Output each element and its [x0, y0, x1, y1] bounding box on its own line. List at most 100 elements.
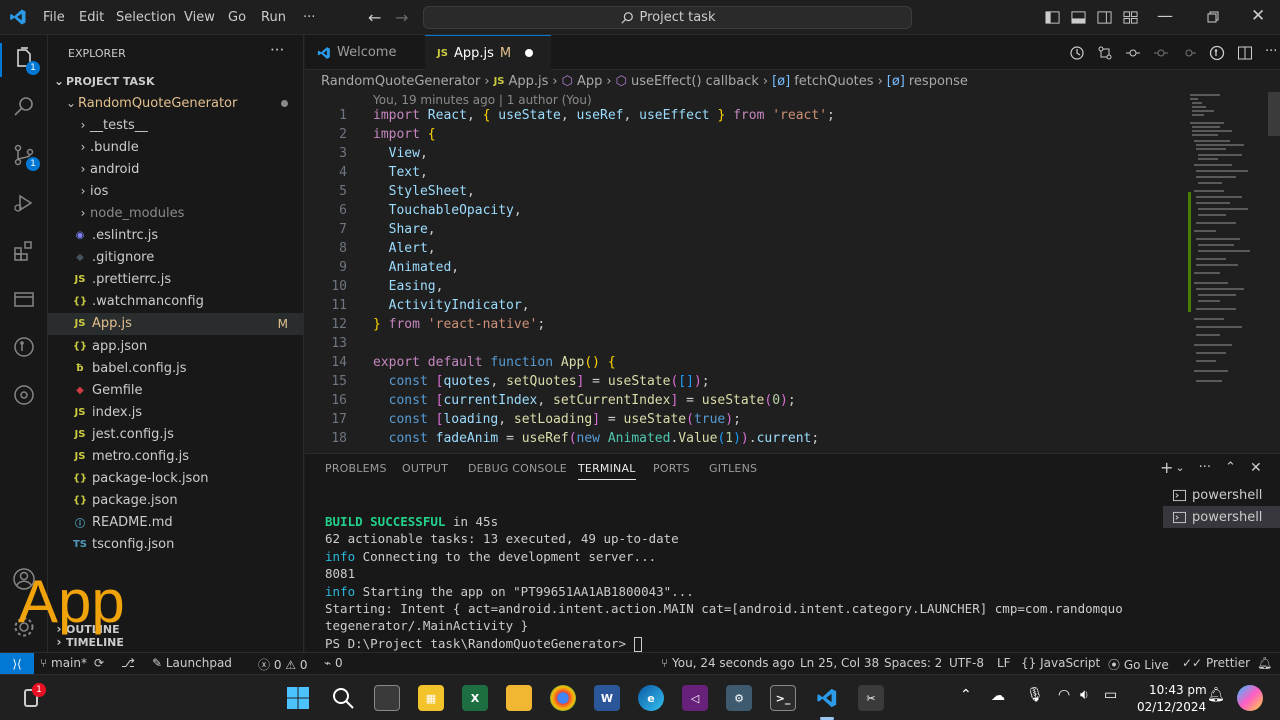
minimap[interactable]: [1188, 92, 1268, 447]
commit-icon[interactable]: [1153, 45, 1169, 61]
volume-icon[interactable]: 🔉︎: [1080, 687, 1089, 703]
prettier-status[interactable]: ✓✓ Prettier: [1182, 656, 1250, 670]
tree-item[interactable]: JS App.js M: [48, 312, 304, 335]
launchpad-status[interactable]: ✎ Launchpad: [152, 656, 232, 670]
run-debug-icon[interactable]: [12, 191, 36, 215]
breadcrumb-symbol-response[interactable]: response: [909, 74, 968, 89]
menu-view[interactable]: View: [184, 10, 215, 25]
compare-changes-icon[interactable]: [1097, 45, 1113, 61]
tree-item[interactable]: › .bundle: [48, 136, 304, 158]
tab-debug-console[interactable]: DEBUG CONSOLE: [468, 462, 567, 475]
sidebar-more-icon[interactable]: ···: [270, 41, 284, 59]
clock-date[interactable]: 02/12/2024: [1137, 700, 1206, 714]
branch-status[interactable]: ⑂ main*: [40, 656, 87, 670]
breadcrumb-symbol-fetchquotes[interactable]: fetchQuotes: [794, 74, 873, 89]
new-terminal-plus-icon[interactable]: +: [1160, 458, 1173, 477]
indentation[interactable]: Spaces: 2: [884, 656, 942, 670]
tree-item[interactable]: ◉ .eslintrc.js: [48, 225, 304, 247]
extensions-icon[interactable]: [12, 239, 36, 263]
word-icon[interactable]: W: [594, 685, 620, 711]
breadcrumb-symbol-app[interactable]: App: [577, 74, 602, 89]
tree-item[interactable]: {} app.json: [48, 335, 304, 357]
tree-item[interactable]: ◆ .gitignore: [48, 247, 304, 269]
restore-icon[interactable]: [1207, 11, 1219, 23]
split-editor-icon[interactable]: [1237, 45, 1253, 61]
terminal-instance[interactable]: powershell: [1163, 484, 1280, 506]
folder-root[interactable]: ⌄ RandomQuoteGenerator: [48, 92, 304, 114]
editor-more-icon[interactable]: ···: [1265, 45, 1277, 61]
toggle-secondary-sidebar-icon[interactable]: [1097, 10, 1112, 25]
code-editor[interactable]: 1 import React, { useState, useRef, useEf…: [305, 108, 1185, 453]
menu-run[interactable]: Run: [261, 10, 286, 25]
excel-icon[interactable]: X: [462, 685, 488, 711]
windows-start-icon[interactable]: [285, 685, 311, 711]
vertical-scrollbar[interactable]: [1268, 92, 1280, 136]
tab-problems[interactable]: PROBLEMS: [325, 462, 387, 475]
copilot-icon[interactable]: [1237, 685, 1263, 711]
breadcrumb-file[interactable]: App.js: [509, 74, 549, 89]
remote-explorer-icon[interactable]: [12, 287, 36, 311]
menu-go[interactable]: Go: [228, 10, 246, 25]
tab-app-js[interactable]: JS App.js M: [425, 35, 551, 70]
tree-item[interactable]: › ios: [48, 180, 304, 202]
terminal-instance-active[interactable]: powershell: [1163, 506, 1280, 528]
remote-indicator-icon[interactable]: ⟩⟨: [0, 653, 34, 675]
tree-item[interactable]: {} package.json: [48, 490, 304, 512]
next-change-icon[interactable]: [1181, 45, 1197, 61]
command-center-search[interactable]: Project task: [423, 6, 912, 29]
minimize-icon[interactable]: —: [1157, 6, 1173, 25]
search-icon[interactable]: [330, 685, 356, 711]
battery-icon[interactable]: ▭: [1104, 687, 1117, 703]
tree-item[interactable]: › android: [48, 158, 304, 180]
close-window-icon[interactable]: ✕: [1251, 6, 1265, 26]
sync-icon[interactable]: ⟳: [94, 656, 104, 670]
history-icon[interactable]: [1069, 45, 1085, 61]
show-hidden-icons-chevron-up-icon[interactable]: ⌃: [960, 687, 972, 703]
tree-item[interactable]: JS metro.config.js: [48, 446, 304, 468]
close-panel-icon[interactable]: ✕: [1250, 460, 1262, 476]
tree-item[interactable]: TS tsconfig.json: [48, 534, 304, 556]
toggle-panel-icon[interactable]: [1071, 10, 1086, 25]
problems-status[interactable]: ⓧ 0 ⚠ 0: [258, 656, 308, 673]
tree-item[interactable]: ƀ babel.config.js: [48, 357, 304, 379]
language-mode[interactable]: {} JavaScript: [1021, 656, 1100, 670]
sql-server-icon[interactable]: ⚙: [726, 685, 752, 711]
search-icon[interactable]: [12, 95, 36, 119]
tab-gitlens[interactable]: GITLENS: [709, 462, 757, 475]
notifications-bell-icon[interactable]: 🔔︎: [1207, 687, 1225, 703]
go-live-button[interactable]: ⦿ Go Live: [1108, 656, 1169, 673]
chevron-down-icon[interactable]: ⌄: [1175, 461, 1184, 474]
tree-item[interactable]: ⓘ README.md: [48, 512, 304, 534]
wifi-icon[interactable]: ◠: [1058, 687, 1070, 703]
tree-item[interactable]: JS index.js: [48, 401, 304, 423]
menu-more[interactable]: ···: [303, 10, 315, 25]
onedrive-cloud-icon[interactable]: ☁: [991, 688, 1005, 704]
gitlens-inspect-icon[interactable]: [12, 383, 36, 407]
clock-time[interactable]: 10:43 pm: [1149, 683, 1207, 697]
tree-item[interactable]: › __tests__: [48, 114, 304, 136]
tree-item[interactable]: {} .watchmanconfig: [48, 291, 304, 313]
git-blame-annotation[interactable]: You, 19 minutes ago | 1 author (You): [373, 93, 592, 107]
tab-ports[interactable]: PORTS: [653, 462, 690, 475]
menu-edit[interactable]: Edit: [79, 10, 104, 25]
edge-icon[interactable]: e: [638, 685, 664, 711]
customize-layout-icon[interactable]: [1123, 10, 1138, 25]
microphone-icon[interactable]: 🎙︎: [1026, 687, 1044, 703]
tree-item[interactable]: JS .prettierrc.js: [48, 269, 304, 291]
chrome-icon[interactable]: [550, 685, 576, 711]
previous-change-icon[interactable]: [1125, 45, 1141, 61]
panel-more-icon[interactable]: ···: [1199, 460, 1211, 475]
file-explorer-icon[interactable]: [506, 685, 532, 711]
toggle-sidebar-icon[interactable]: [1045, 10, 1060, 25]
gitlens-toggle-icon[interactable]: [1209, 45, 1225, 61]
git-graph-icon[interactable]: ⎇: [121, 656, 135, 670]
tab-output[interactable]: OUTPUT: [402, 462, 448, 475]
unsaved-dot-icon[interactable]: [525, 49, 534, 57]
tab-welcome[interactable]: Welcome: [305, 35, 424, 70]
ports-status[interactable]: ⌁ 0: [324, 656, 343, 670]
back-arrow-icon[interactable]: ←: [368, 8, 381, 27]
vscode-taskbar-icon[interactable]: [814, 685, 840, 711]
terminal-output[interactable]: BUILD SUCCESSFUL in 45s 62 actionable ta…: [325, 514, 1155, 653]
notifications-bell-icon[interactable]: 🔔︎: [1257, 656, 1272, 670]
line-ending[interactable]: LF: [997, 656, 1011, 670]
